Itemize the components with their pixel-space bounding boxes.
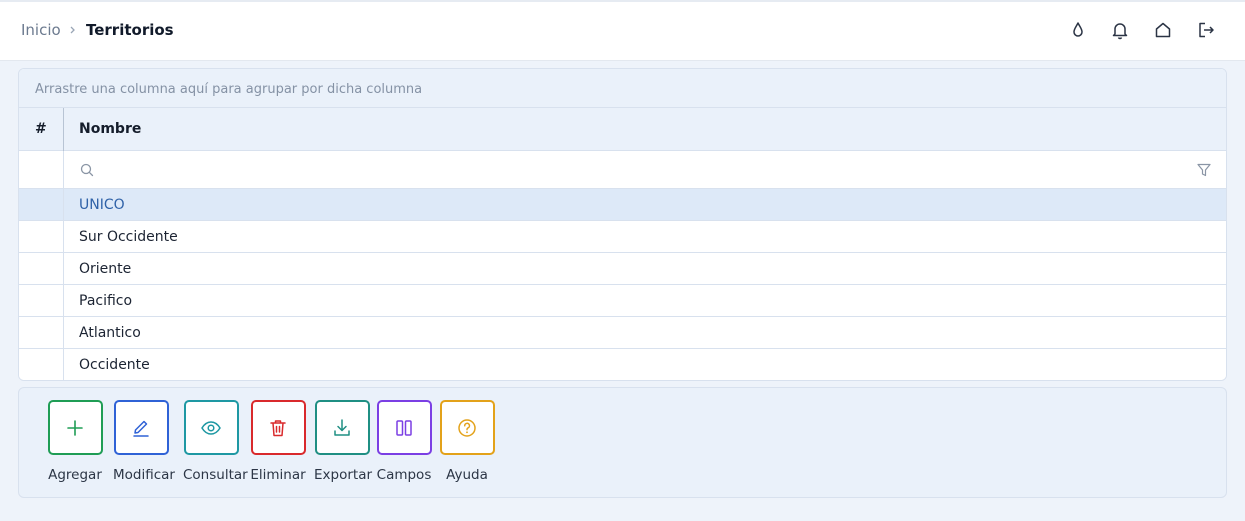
logout-icon[interactable]	[1196, 20, 1216, 40]
add-button[interactable]: Agregar	[47, 400, 103, 483]
fields-button-box[interactable]	[376, 400, 432, 455]
column-resize-handle[interactable]	[63, 108, 64, 151]
group-panel[interactable]: Arrastre una columna aquí para agrupar p…	[19, 69, 1226, 108]
table-row[interactable]: Occidente	[19, 349, 1226, 380]
table-row[interactable]: Oriente	[19, 253, 1226, 285]
help-circle-icon	[458, 418, 476, 437]
table-row[interactable]: Atlantico	[19, 317, 1226, 349]
filter-row	[19, 151, 1226, 189]
top-bar: Inicio Territorios	[0, 0, 1245, 61]
columns-icon	[396, 419, 412, 436]
help-button-label: Ayuda	[446, 467, 488, 483]
top-edge	[0, 0, 1245, 2]
bell-icon[interactable]	[1110, 20, 1130, 40]
view-button-box[interactable]	[183, 400, 239, 455]
download-icon	[334, 418, 350, 436]
trash-icon	[270, 419, 286, 436]
group-panel-hint: Arrastre una columna aquí para agrupar p…	[35, 82, 423, 97]
help-button[interactable]: Ayuda	[439, 400, 495, 483]
row-nombre-cell: Pacifico	[79, 293, 133, 309]
chevron-right-icon	[70, 26, 75, 34]
help-button-box[interactable]	[439, 400, 495, 455]
delete-button[interactable]: Eliminar	[250, 400, 306, 483]
edit-button[interactable]: Modificar	[113, 400, 175, 483]
delete-button-label: Eliminar	[250, 467, 306, 483]
fields-button-label: Campos	[376, 467, 432, 483]
row-nombre-cell: Atlantico	[79, 325, 141, 341]
drop-icon[interactable]	[1068, 20, 1088, 40]
table-row[interactable]: Sur Occidente	[19, 221, 1226, 253]
table-row[interactable]: UNICO	[19, 189, 1226, 221]
view-button[interactable]: Consultar	[183, 400, 248, 483]
view-button-label: Consultar	[183, 467, 248, 483]
home-icon[interactable]	[1153, 20, 1173, 40]
table-row[interactable]: Pacifico	[19, 285, 1226, 317]
grid-rows: UNICO Sur Occidente Oriente Pacifico Atl…	[19, 189, 1226, 380]
row-nombre-cell: Oriente	[79, 261, 132, 277]
add-button-label: Agregar	[48, 467, 102, 483]
pencil-icon	[133, 420, 149, 437]
plus-icon	[67, 419, 83, 436]
filter-icon[interactable]	[1196, 162, 1212, 178]
row-nombre-cell: Sur Occidente	[79, 229, 178, 245]
action-toolbar: Agregar Modificar Consultar Eliminar Exp…	[18, 387, 1227, 498]
row-nombre-cell: UNICO	[79, 197, 125, 213]
fields-button[interactable]: Campos	[376, 400, 432, 483]
add-button-box[interactable]	[47, 400, 103, 455]
delete-button-box[interactable]	[250, 400, 306, 455]
page-title: Territorios	[86, 21, 174, 39]
column-header-number[interactable]: #	[35, 121, 47, 137]
edit-button-box[interactable]	[113, 400, 169, 455]
data-grid: Arrastre una columna aquí para agrupar p…	[18, 68, 1227, 381]
eye-icon	[201, 420, 221, 435]
search-icon[interactable]	[79, 162, 95, 178]
edit-button-label: Modificar	[113, 467, 175, 483]
export-button[interactable]: Exportar	[314, 400, 373, 483]
grid-header-row: # Nombre	[19, 108, 1226, 151]
column-header-nombre[interactable]: Nombre	[79, 121, 141, 137]
export-button-box[interactable]	[314, 400, 370, 455]
breadcrumb-home-link[interactable]: Inicio	[21, 21, 61, 39]
row-nombre-cell: Occidente	[79, 357, 150, 373]
export-button-label: Exportar	[314, 467, 373, 483]
